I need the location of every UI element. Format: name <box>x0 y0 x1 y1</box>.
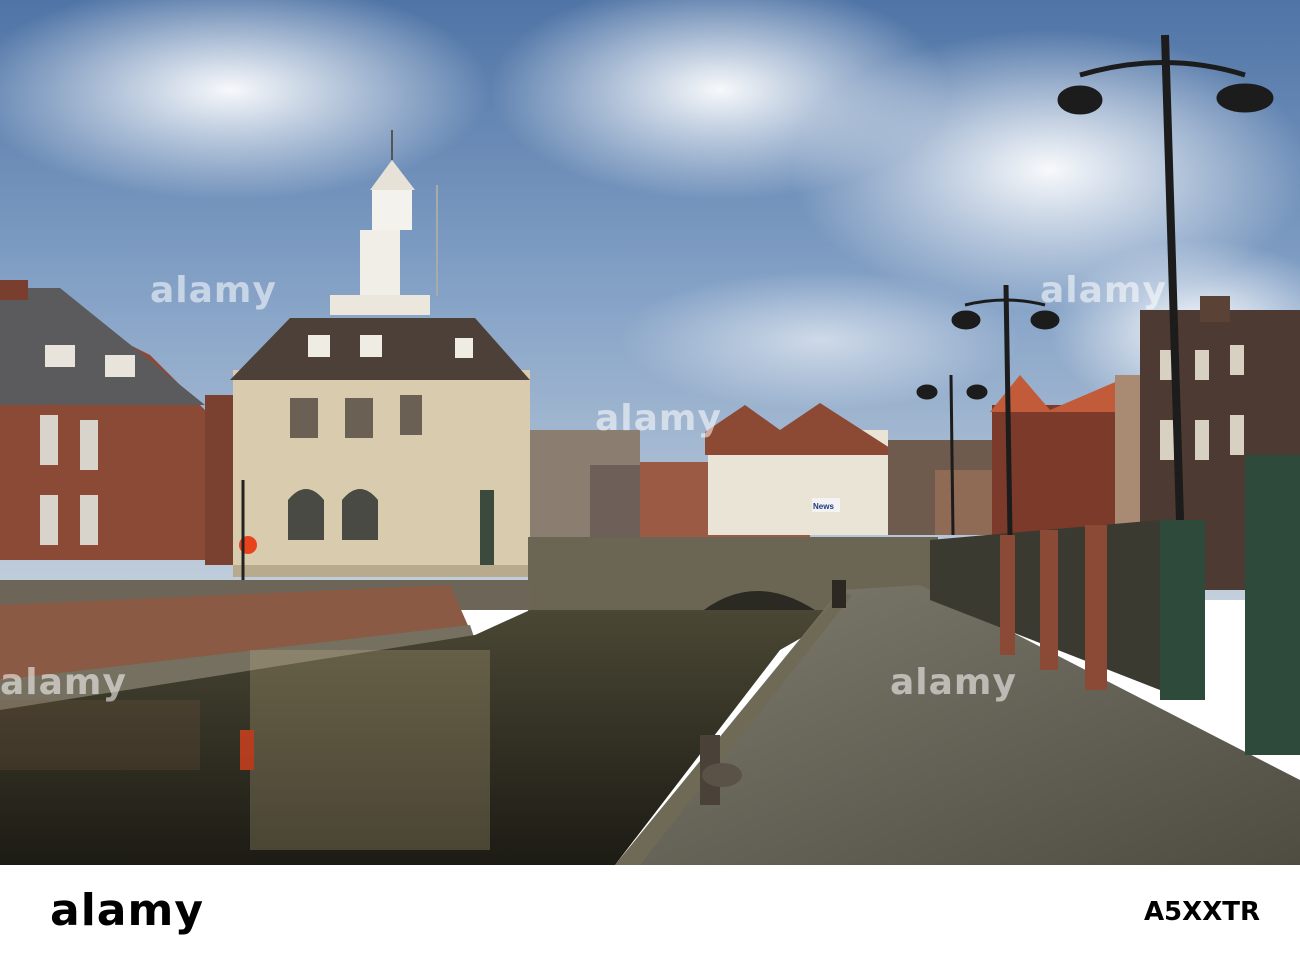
watermark: alamy <box>1040 270 1167 311</box>
watermark: alamy <box>0 662 127 703</box>
watermark: alamy <box>890 662 1017 703</box>
watermark: alamy <box>150 270 277 311</box>
image-id: A5XXTR <box>1143 897 1260 927</box>
brand-logo[interactable]: alamy <box>50 885 204 936</box>
footer-bar: alamy A5XXTR <box>0 865 1300 954</box>
news-sign: News <box>813 502 834 511</box>
watermark: alamy <box>595 398 722 439</box>
